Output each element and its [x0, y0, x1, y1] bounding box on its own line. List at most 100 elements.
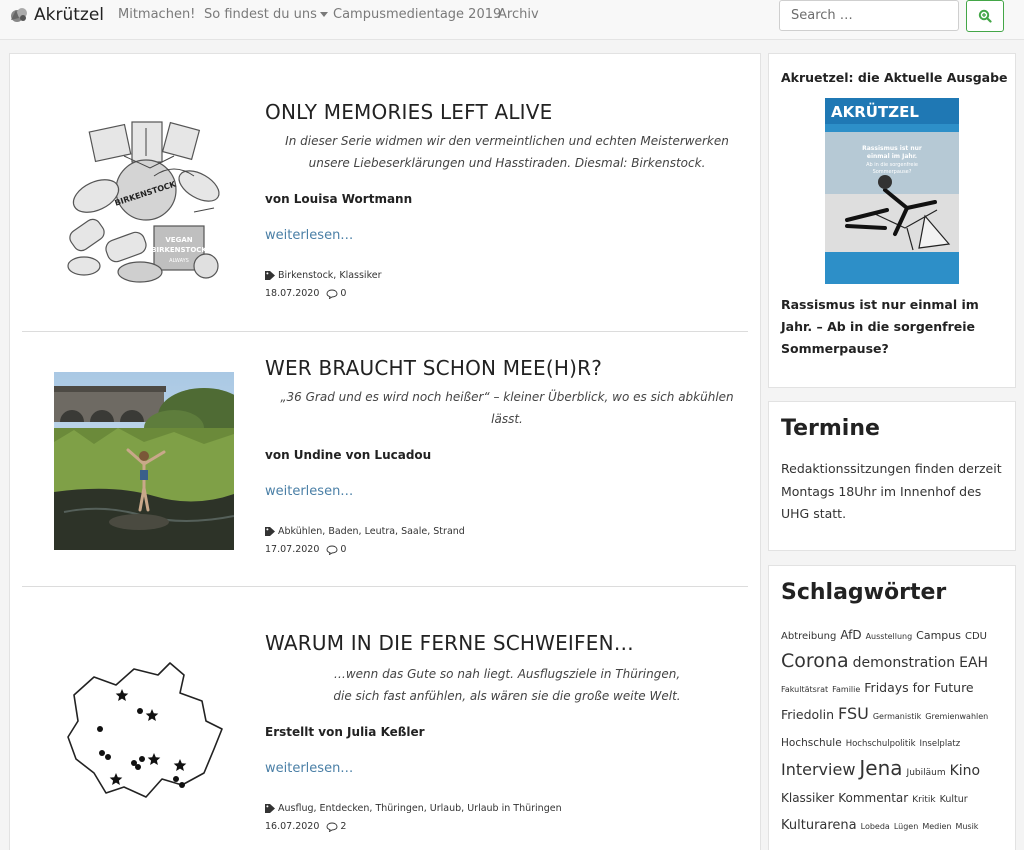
excerpt-line: In dieser Serie widmen wir den vermeintl… [285, 134, 729, 148]
widget-title: Akruetzel: die Aktuelle Ausgabe [781, 70, 1008, 85]
comment-number: 0 [340, 288, 347, 299]
tag-cloud-link[interactable]: Kommentar [838, 786, 908, 810]
post-author: von Undine von Lucadou [265, 448, 432, 462]
read-more-link[interactable]: weiterlesen… [265, 228, 353, 243]
excerpt-line: „36 Grad und es wird noch heißer“ – klei… [280, 390, 734, 426]
post-meta: 18.07.2020 0 [265, 288, 346, 299]
comment-number: 0 [340, 544, 347, 555]
post-title[interactable]: WER BRAUCHT SCHON MEE(H)R? [265, 356, 602, 380]
tag-cloud-link[interactable]: Kino [950, 759, 981, 783]
tag-cloud-link[interactable]: Friedolin [781, 703, 834, 727]
tag-cloud-link[interactable]: Germanistik [873, 705, 921, 729]
tag-cloud-link[interactable]: Inselplatz [920, 732, 961, 756]
post-title[interactable]: ONLY MEMORIES LEFT ALIVE [265, 100, 553, 124]
widget-current-issue: Akruetzel: die Aktuelle Ausgabe AKRÜTZEL… [768, 53, 1016, 388]
nav-item-campusmedientage[interactable]: Campusmedientage 2019 [333, 7, 501, 22]
cover-headline-line: Sommerpause? [873, 169, 912, 175]
read-more-link[interactable]: weiterlesen… [265, 484, 353, 499]
post-meta: 16.07.2020 2 [265, 821, 346, 832]
akruetzel-logo-icon [11, 8, 27, 22]
comment-count[interactable]: 0 [326, 544, 346, 555]
tag-icon [265, 527, 275, 536]
comment-count[interactable]: 0 [326, 288, 346, 299]
tag-cloud-link[interactable]: Fridays for Future [864, 676, 973, 700]
cover-headline-line: Ab in die sorgenfreie [866, 162, 918, 168]
tag-cloud-link[interactable]: Hochschulpolitik [846, 732, 916, 756]
thumb-label: ALWAYS [169, 258, 189, 264]
tag-cloud-link[interactable]: Fakultätsrat [781, 678, 828, 702]
tag-cloud-link[interactable]: Jubiläum [907, 761, 946, 785]
widget-title: Schlagwörter [781, 580, 947, 605]
post-author: von Louisa Wortmann [265, 192, 413, 206]
termine-text: Redaktionssitzungen finden derzeit Monta… [781, 461, 1002, 521]
tag-cloud-link[interactable]: Jena [859, 756, 902, 780]
widget-termine: Termine Redaktionssitzungen finden derze… [768, 401, 1016, 551]
dropdown-caret-icon [319, 12, 328, 17]
tag-cloud-link[interactable]: Interview [781, 758, 855, 782]
nav-item-mitmachen[interactable]: Mitmachen! [118, 7, 195, 22]
tag-cloud-link[interactable]: Corona [781, 649, 849, 673]
brand-name: Akrützel [34, 5, 105, 25]
tag-cloud-link[interactable]: Hochschule [781, 731, 842, 755]
comment-icon [326, 822, 338, 832]
read-more-link[interactable]: weiterlesen… [265, 761, 353, 776]
comment-icon [326, 545, 338, 555]
post-thumbnail-river[interactable] [54, 372, 234, 550]
post-title[interactable]: WARUM IN DIE FERNE SCHWEIFEN… [265, 631, 634, 655]
tag-cloud-link[interactable]: Kulturarena [781, 814, 857, 838]
tag-cloud-link[interactable]: Musik [955, 815, 978, 839]
tag-cloud-link[interactable]: Lügen [894, 815, 918, 839]
tag-cloud-link[interactable]: EAH [959, 651, 988, 675]
top-navbar: Akrützel Mitmachen! So findest du uns Ca… [0, 0, 1024, 40]
nav-item-label: So findest du uns [204, 7, 317, 22]
tag-cloud-link[interactable]: AfD [840, 623, 861, 647]
tag-cloud-link[interactable]: demonstration [853, 651, 956, 675]
post-tags: Birkenstock, Klassiker [265, 270, 381, 281]
nav-item-archiv[interactable]: Archiv [498, 7, 539, 22]
tag-cloud-link[interactable]: Klassiker [781, 786, 834, 810]
post-item: WER BRAUCHT SCHON MEE(H)R? „36 Grad und … [22, 332, 748, 587]
tag-cloud-link[interactable]: Abtreibung [781, 625, 836, 649]
tag-cloud-link[interactable]: Campus [916, 624, 961, 648]
tag-cloud-link[interactable]: Lobeda [861, 815, 890, 839]
tag-cloud: Abtreibung AfD Ausstellung Campus CDU Corona d… [781, 622, 1011, 839]
post-date: 18.07.2020 [265, 288, 320, 299]
excerpt-line: …wenn das Gute so nah liegt. Ausflugszie… [333, 667, 681, 681]
search-input[interactable] [779, 0, 959, 31]
tag-links[interactable]: Ausflug, Entdecken, Thüringen, Urlaub, U… [278, 803, 562, 814]
site-brand[interactable]: Akrützel [8, 4, 104, 26]
comment-count[interactable]: 2 [326, 821, 346, 832]
post-item: WARUM IN DIE FERNE SCHWEIFEN… …wenn das … [22, 587, 748, 850]
tag-icon [265, 271, 275, 280]
tag-cloud-link[interactable]: Medien [922, 815, 951, 839]
post-list: BIRKENSTOCK VEGAN BIRKENSTOCK ALWAYS ONL… [9, 53, 761, 850]
thumb-label: VEGAN [165, 236, 192, 244]
tag-cloud-link[interactable]: Gremienwahlen [925, 705, 988, 729]
issue-cover-image[interactable]: AKRÜTZEL Rassismus ist nur einmal im Jah… [825, 98, 959, 284]
issue-headline-link[interactable]: Rassismus ist nur einmal im Jahr. – Ab i… [781, 294, 1009, 360]
tag-links[interactable]: Abkühlen, Baden, Leutra, Saale, Strand [278, 526, 465, 537]
cover-brand: AKRÜTZEL [831, 102, 919, 121]
tag-cloud-link[interactable]: FSU [838, 702, 869, 726]
post-tags: Abkühlen, Baden, Leutra, Saale, Strand [265, 526, 465, 537]
widget-title: Termine [781, 416, 880, 441]
tag-cloud-link[interactable]: CDU [965, 625, 987, 649]
tag-cloud-link[interactable]: Ausstellung [866, 625, 913, 649]
tag-cloud-link[interactable]: Familie [832, 678, 860, 702]
post-excerpt: …wenn das Gute so nah liegt. Ausflugszie… [265, 663, 749, 707]
post-date: 16.07.2020 [265, 821, 320, 832]
tag-icon [265, 804, 275, 813]
excerpt-line: unsere Liebeserklärungen und Hasstiraden… [308, 156, 706, 170]
post-thumbnail-thueringen-map[interactable] [54, 645, 234, 823]
post-thumbnail-birkenstock[interactable]: BIRKENSTOCK VEGAN BIRKENSTOCK ALWAYS [54, 116, 234, 294]
widget-tag-cloud: Schlagwörter Abtreibung AfD Ausstellung Cam… [768, 565, 1016, 850]
post-meta: 17.07.2020 0 [265, 544, 346, 555]
tag-cloud-link[interactable]: Kritik [912, 788, 935, 812]
post-tags: Ausflug, Entdecken, Thüringen, Urlaub, U… [265, 803, 562, 814]
post-excerpt: „36 Grad und es wird noch heißer“ – klei… [265, 386, 749, 430]
tag-links[interactable]: Birkenstock, Klassiker [278, 270, 381, 281]
nav-item-so-findest-du-uns[interactable]: So findest du uns [204, 7, 328, 22]
search-button[interactable] [966, 0, 1004, 32]
tag-cloud-link[interactable]: Kultur [940, 788, 968, 812]
post-item: BIRKENSTOCK VEGAN BIRKENSTOCK ALWAYS ONL… [22, 54, 748, 332]
